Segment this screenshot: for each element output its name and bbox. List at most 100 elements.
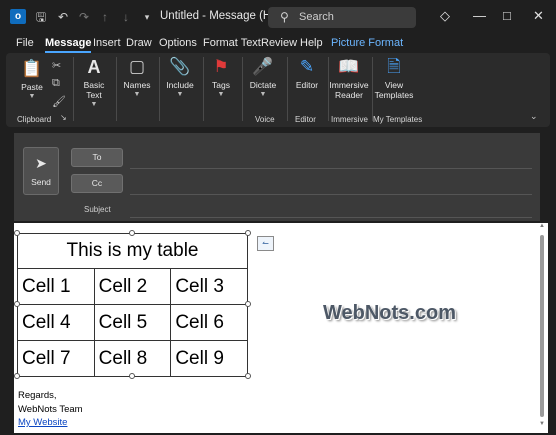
basic-text-button[interactable]: A Basic Text ▼ <box>78 57 110 110</box>
basic-text-label-1: Basic <box>83 80 105 90</box>
editor-button[interactable]: ✎ Editor <box>290 57 324 90</box>
ribbon-divider <box>203 57 204 121</box>
copy-icon[interactable]: ⧉ <box>52 77 60 90</box>
tab-help[interactable]: Help <box>300 37 323 49</box>
group-clipboard-label: Clipboard <box>17 115 52 124</box>
editor-label: Editor <box>295 80 319 90</box>
group-immersive-label: Immersive <box>331 115 368 124</box>
ribbon: 📋 Paste ▼ ✂ ⧉ 🖌 Clipboard ↘ A Basic Text… <box>6 53 550 127</box>
flag-icon: ⚑ <box>213 57 229 76</box>
save-icon[interactable]: 🖫 <box>33 9 49 25</box>
table-container[interactable]: This is my table Cell 1 Cell 2 Cell 3 Ce… <box>14 230 251 379</box>
table-cell[interactable]: Cell 1 <box>17 268 95 305</box>
reader-icon: 📖 <box>338 57 360 76</box>
signature-line: WebNots Team <box>18 404 83 415</box>
ribbon-divider <box>372 57 373 121</box>
tab-picture-format[interactable]: Picture Format <box>331 37 403 49</box>
resize-handle[interactable] <box>245 301 251 307</box>
resize-handle[interactable] <box>129 230 135 236</box>
table-title[interactable]: This is my table <box>17 233 248 269</box>
table-cell[interactable]: Cell 2 <box>93 268 172 305</box>
maximize-icon[interactable]: □ <box>503 8 511 23</box>
view-templates-button[interactable]: 🗎 View Templates <box>374 57 414 100</box>
group-voice-label: Voice <box>255 115 275 124</box>
tab-insert[interactable]: Insert <box>93 37 121 49</box>
tab-message[interactable]: Message <box>45 37 92 53</box>
title-bar: o 🖫 ↶ ↷ ↑ ↓ ▾ Untitled - Message (HT... … <box>0 0 556 33</box>
group-editor-label: Editor <box>295 115 316 124</box>
dialog-launcher-icon[interactable]: ↘ <box>60 113 67 122</box>
resize-handle[interactable] <box>14 301 20 307</box>
ribbon-divider <box>116 57 117 121</box>
include-button[interactable]: 📎 Include ▼ <box>163 57 197 100</box>
basic-text-label-2: Text <box>86 90 102 100</box>
close-icon[interactable]: ✕ <box>533 8 544 24</box>
tab-options[interactable]: Options <box>159 37 197 49</box>
collapse-ribbon-icon[interactable]: ⌄ <box>530 111 538 122</box>
resize-handle[interactable] <box>245 373 251 379</box>
message-body[interactable]: This is my table Cell 1 Cell 2 Cell 3 Ce… <box>14 223 548 433</box>
resize-handle[interactable] <box>245 230 251 236</box>
table-cell[interactable]: Cell 3 <box>170 268 248 305</box>
up-arrow-icon[interactable]: ↑ <box>97 9 113 25</box>
templates-icon: 🗎 <box>387 57 401 76</box>
scrollbar-thumb[interactable] <box>540 235 544 417</box>
search-input[interactable]: ⚲ Search <box>268 7 416 28</box>
templates-label-2: Templates <box>374 90 414 100</box>
paste-button[interactable]: 📋 Paste ▼ <box>16 59 48 102</box>
tab-review[interactable]: Review <box>261 37 297 49</box>
chevron-down-icon: ▼ <box>217 91 225 98</box>
table-cell[interactable]: Cell 9 <box>170 340 248 377</box>
watermark-logo: WebNots.com <box>323 302 456 324</box>
menu-bar: File Message Insert Draw Options Format … <box>0 33 556 53</box>
scroll-up-icon[interactable]: ▲ <box>539 223 545 229</box>
send-button[interactable]: ➤ Send <box>23 147 59 195</box>
website-link[interactable]: My Website <box>18 417 67 428</box>
chevron-down-icon: ▼ <box>28 93 36 100</box>
dictate-label: Dictate <box>249 80 277 90</box>
table-cell[interactable]: Cell 5 <box>93 304 172 341</box>
names-button[interactable]: ▢ Names ▼ <box>120 57 154 100</box>
data-table[interactable]: This is my table Cell 1 Cell 2 Cell 3 Ce… <box>17 233 248 377</box>
scroll-down-icon[interactable]: ▼ <box>539 421 545 427</box>
table-cell[interactable]: Cell 4 <box>17 304 95 341</box>
tab-draw[interactable]: Draw <box>126 37 152 49</box>
table-cell[interactable]: Cell 7 <box>17 340 95 377</box>
dictate-button[interactable]: 🎤 Dictate ▼ <box>245 57 281 100</box>
format-painter-icon[interactable]: 🖌 <box>52 95 66 108</box>
templates-label-1: View <box>384 80 404 90</box>
table-cell[interactable]: Cell 8 <box>93 340 172 377</box>
undo-icon[interactable]: ↶ <box>55 9 71 25</box>
chevron-down-icon: ▼ <box>259 91 267 98</box>
cut-icon[interactable]: ✂ <box>52 59 61 72</box>
customize-icon[interactable]: ▾ <box>139 9 155 25</box>
minimize-icon[interactable]: — <box>473 8 486 23</box>
resize-handle[interactable] <box>14 230 20 236</box>
cc-field[interactable] <box>130 194 532 195</box>
names-label: Names <box>123 80 151 90</box>
cc-button[interactable]: Cc <box>71 174 123 193</box>
ribbon-divider <box>287 57 288 121</box>
tags-label: Tags <box>212 80 230 90</box>
to-button[interactable]: To <box>71 148 123 167</box>
redo-icon[interactable]: ↷ <box>76 9 92 25</box>
resize-handle[interactable] <box>129 373 135 379</box>
diamond-icon[interactable]: ◇ <box>440 8 450 24</box>
down-arrow-icon[interactable]: ↓ <box>118 9 134 25</box>
tags-button[interactable]: ⚑ Tags ▼ <box>206 57 236 100</box>
signature-line: Regards, <box>18 390 57 401</box>
to-field[interactable] <box>130 168 532 169</box>
chevron-down-icon: ▼ <box>90 101 98 108</box>
paste-label: Paste <box>21 82 43 92</box>
subject-label: Subject <box>84 205 111 214</box>
resize-handle[interactable] <box>14 373 20 379</box>
layout-options-icon[interactable]: ↼ <box>257 236 274 251</box>
subject-field[interactable] <box>130 217 532 218</box>
chevron-down-icon: ▼ <box>176 91 184 98</box>
ribbon-divider <box>242 57 243 121</box>
scrollbar[interactable]: ▲ ▼ <box>539 223 545 427</box>
tab-file[interactable]: File <box>16 37 34 49</box>
immersive-reader-button[interactable]: 📖 Immersive Reader <box>329 57 369 100</box>
tab-format-text[interactable]: Format Text <box>203 37 261 49</box>
table-cell[interactable]: Cell 6 <box>170 304 248 341</box>
